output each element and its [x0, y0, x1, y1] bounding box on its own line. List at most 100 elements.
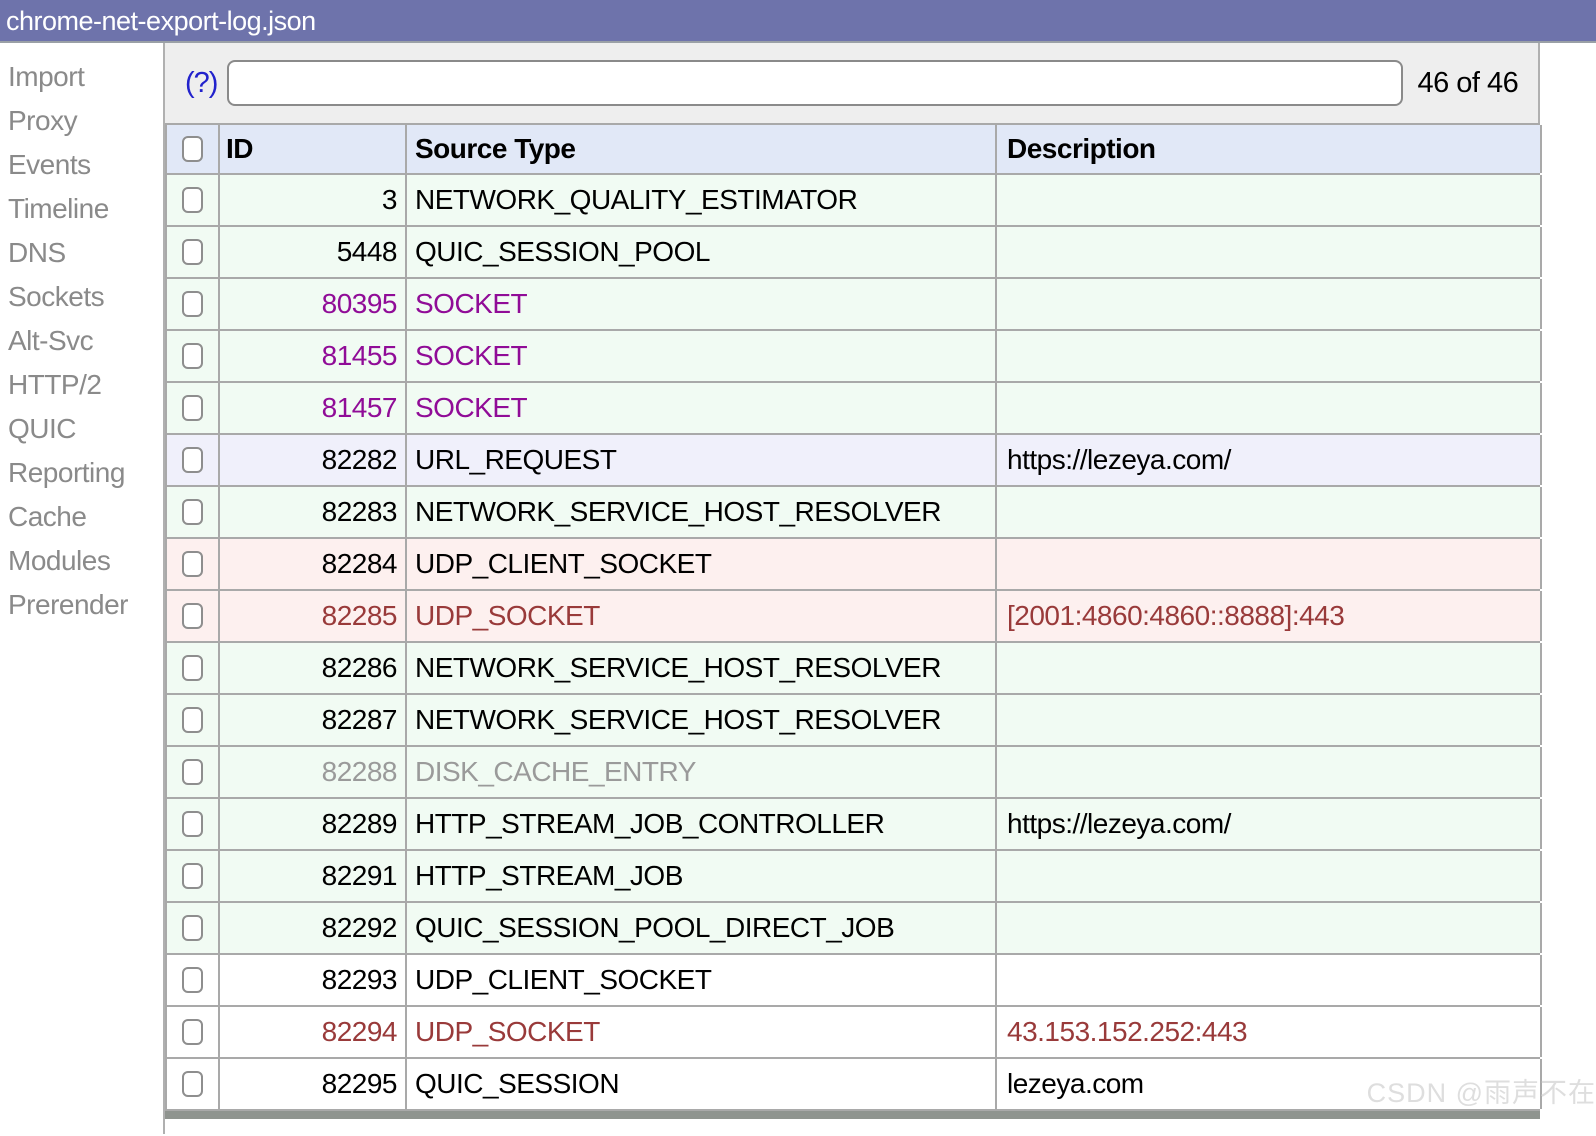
select-all-checkbox[interactable]	[182, 136, 203, 162]
column-header-id[interactable]: ID	[220, 125, 407, 173]
row-id: 82293	[220, 955, 407, 1005]
table-row[interactable]: 5448 QUIC_SESSION_POOL	[165, 227, 1540, 279]
row-checkbox[interactable]	[182, 187, 203, 213]
row-checkbox-cell	[167, 1007, 220, 1057]
window-title-bar: chrome-net-export-log.json	[0, 0, 1596, 43]
table-row[interactable]: 82294 UDP_SOCKET 43.153.152.252:443	[165, 1007, 1540, 1059]
row-checkbox[interactable]	[182, 759, 203, 785]
main-panel: (?) 46 of 46 ID Source Type Description …	[165, 43, 1540, 1134]
sidebar-item-proxy[interactable]: Proxy	[0, 99, 163, 143]
column-header-description[interactable]: Description	[997, 125, 1542, 173]
table-row[interactable]: 82287 NETWORK_SERVICE_HOST_RESOLVER	[165, 695, 1540, 747]
table-row[interactable]: 82285 UDP_SOCKET [2001:4860:4860::8888]:…	[165, 591, 1540, 643]
row-description	[997, 175, 1542, 225]
row-source-type: NETWORK_SERVICE_HOST_RESOLVER	[407, 695, 997, 745]
sidebar-item-modules[interactable]: Modules	[0, 539, 163, 583]
row-description: https://lezeya.com/	[997, 799, 1542, 849]
row-checkbox-cell	[167, 487, 220, 537]
row-checkbox[interactable]	[182, 343, 203, 369]
sidebar-item-timeline[interactable]: Timeline	[0, 187, 163, 231]
sidebar-item-label: Timeline	[8, 193, 109, 224]
sidebar-item-label: Modules	[8, 545, 110, 576]
sidebar-item-quic[interactable]: QUIC	[0, 407, 163, 451]
row-checkbox-cell	[167, 851, 220, 901]
row-source-type: UDP_CLIENT_SOCKET	[407, 955, 997, 1005]
sidebar-item-import[interactable]: Import	[0, 55, 163, 99]
help-link[interactable]: (?)	[185, 67, 217, 100]
sidebar-item-label: HTTP/2	[8, 369, 101, 400]
row-checkbox[interactable]	[182, 395, 203, 421]
row-source-type: SOCKET	[407, 331, 997, 381]
row-description: [2001:4860:4860::8888]:443	[997, 591, 1542, 641]
row-checkbox[interactable]	[182, 811, 203, 837]
sidebar: Import Proxy Events Timeline DNS Sockets…	[0, 43, 165, 1134]
row-description	[997, 851, 1542, 901]
row-checkbox[interactable]	[182, 707, 203, 733]
table-row[interactable]: 82295 QUIC_SESSION lezeya.com	[165, 1059, 1540, 1111]
row-source-type: NETWORK_SERVICE_HOST_RESOLVER	[407, 487, 997, 537]
row-checkbox-cell	[167, 955, 220, 1005]
filter-input[interactable]	[227, 60, 1403, 106]
sidebar-item-http-2[interactable]: HTTP/2	[0, 363, 163, 407]
row-source-type: UDP_SOCKET	[407, 591, 997, 641]
table-row[interactable]: 82292 QUIC_SESSION_POOL_DIRECT_JOB	[165, 903, 1540, 955]
row-checkbox-cell	[167, 435, 220, 485]
row-checkbox[interactable]	[182, 499, 203, 525]
sidebar-item-alt-svc[interactable]: Alt-Svc	[0, 319, 163, 363]
row-checkbox[interactable]	[182, 291, 203, 317]
row-source-type: QUIC_SESSION_POOL	[407, 227, 997, 277]
table-row[interactable]: 82289 HTTP_STREAM_JOB_CONTROLLER https:/…	[165, 799, 1540, 851]
row-id: 82287	[220, 695, 407, 745]
row-id: 82294	[220, 1007, 407, 1057]
table-row[interactable]: 82284 UDP_CLIENT_SOCKET	[165, 539, 1540, 591]
sidebar-item-reporting[interactable]: Reporting	[0, 451, 163, 495]
table-row[interactable]: 82288 DISK_CACHE_ENTRY	[165, 747, 1540, 799]
header-checkbox-cell	[167, 125, 220, 173]
row-checkbox[interactable]	[182, 915, 203, 941]
table-row[interactable]: 82291 HTTP_STREAM_JOB	[165, 851, 1540, 903]
row-checkbox[interactable]	[182, 239, 203, 265]
row-id: 82282	[220, 435, 407, 485]
row-id: 82292	[220, 903, 407, 953]
row-checkbox[interactable]	[182, 551, 203, 577]
row-id: 82283	[220, 487, 407, 537]
sidebar-item-label: Cache	[8, 501, 86, 532]
row-checkbox[interactable]	[182, 447, 203, 473]
row-checkbox-cell	[167, 227, 220, 277]
sidebar-item-cache[interactable]: Cache	[0, 495, 163, 539]
row-id: 81457	[220, 383, 407, 433]
window-title: chrome-net-export-log.json	[6, 6, 316, 36]
row-description	[997, 279, 1542, 329]
row-checkbox[interactable]	[182, 603, 203, 629]
sidebar-item-label: Alt-Svc	[8, 325, 93, 356]
sidebar-item-events[interactable]: Events	[0, 143, 163, 187]
row-source-type: SOCKET	[407, 279, 997, 329]
row-checkbox[interactable]	[182, 655, 203, 681]
row-checkbox[interactable]	[182, 1071, 203, 1097]
table-row[interactable]: 81457 SOCKET	[165, 383, 1540, 435]
row-checkbox-cell	[167, 539, 220, 589]
table-row[interactable]: 3 NETWORK_QUALITY_ESTIMATOR	[165, 175, 1540, 227]
row-checkbox[interactable]	[182, 1019, 203, 1045]
row-checkbox-cell	[167, 1059, 220, 1109]
content-area: Import Proxy Events Timeline DNS Sockets…	[0, 43, 1596, 1134]
sidebar-item-dns[interactable]: DNS	[0, 231, 163, 275]
row-checkbox-cell	[167, 695, 220, 745]
table-row[interactable]: 82282 URL_REQUEST https://lezeya.com/	[165, 435, 1540, 487]
row-checkbox-cell	[167, 175, 220, 225]
table-row[interactable]: 82293 UDP_CLIENT_SOCKET	[165, 955, 1540, 1007]
row-source-type: QUIC_SESSION	[407, 1059, 997, 1109]
table-row[interactable]: 82283 NETWORK_SERVICE_HOST_RESOLVER	[165, 487, 1540, 539]
column-header-source-type[interactable]: Source Type	[407, 125, 997, 173]
row-source-type: DISK_CACHE_ENTRY	[407, 747, 997, 797]
row-checkbox-cell	[167, 643, 220, 693]
table-row[interactable]: 81455 SOCKET	[165, 331, 1540, 383]
sidebar-item-sockets[interactable]: Sockets	[0, 275, 163, 319]
table-row[interactable]: 82286 NETWORK_SERVICE_HOST_RESOLVER	[165, 643, 1540, 695]
sidebar-item-prerender[interactable]: Prerender	[0, 583, 163, 627]
row-id: 80395	[220, 279, 407, 329]
table-row[interactable]: 80395 SOCKET	[165, 279, 1540, 331]
row-id: 82284	[220, 539, 407, 589]
row-checkbox[interactable]	[182, 967, 203, 993]
row-checkbox[interactable]	[182, 863, 203, 889]
